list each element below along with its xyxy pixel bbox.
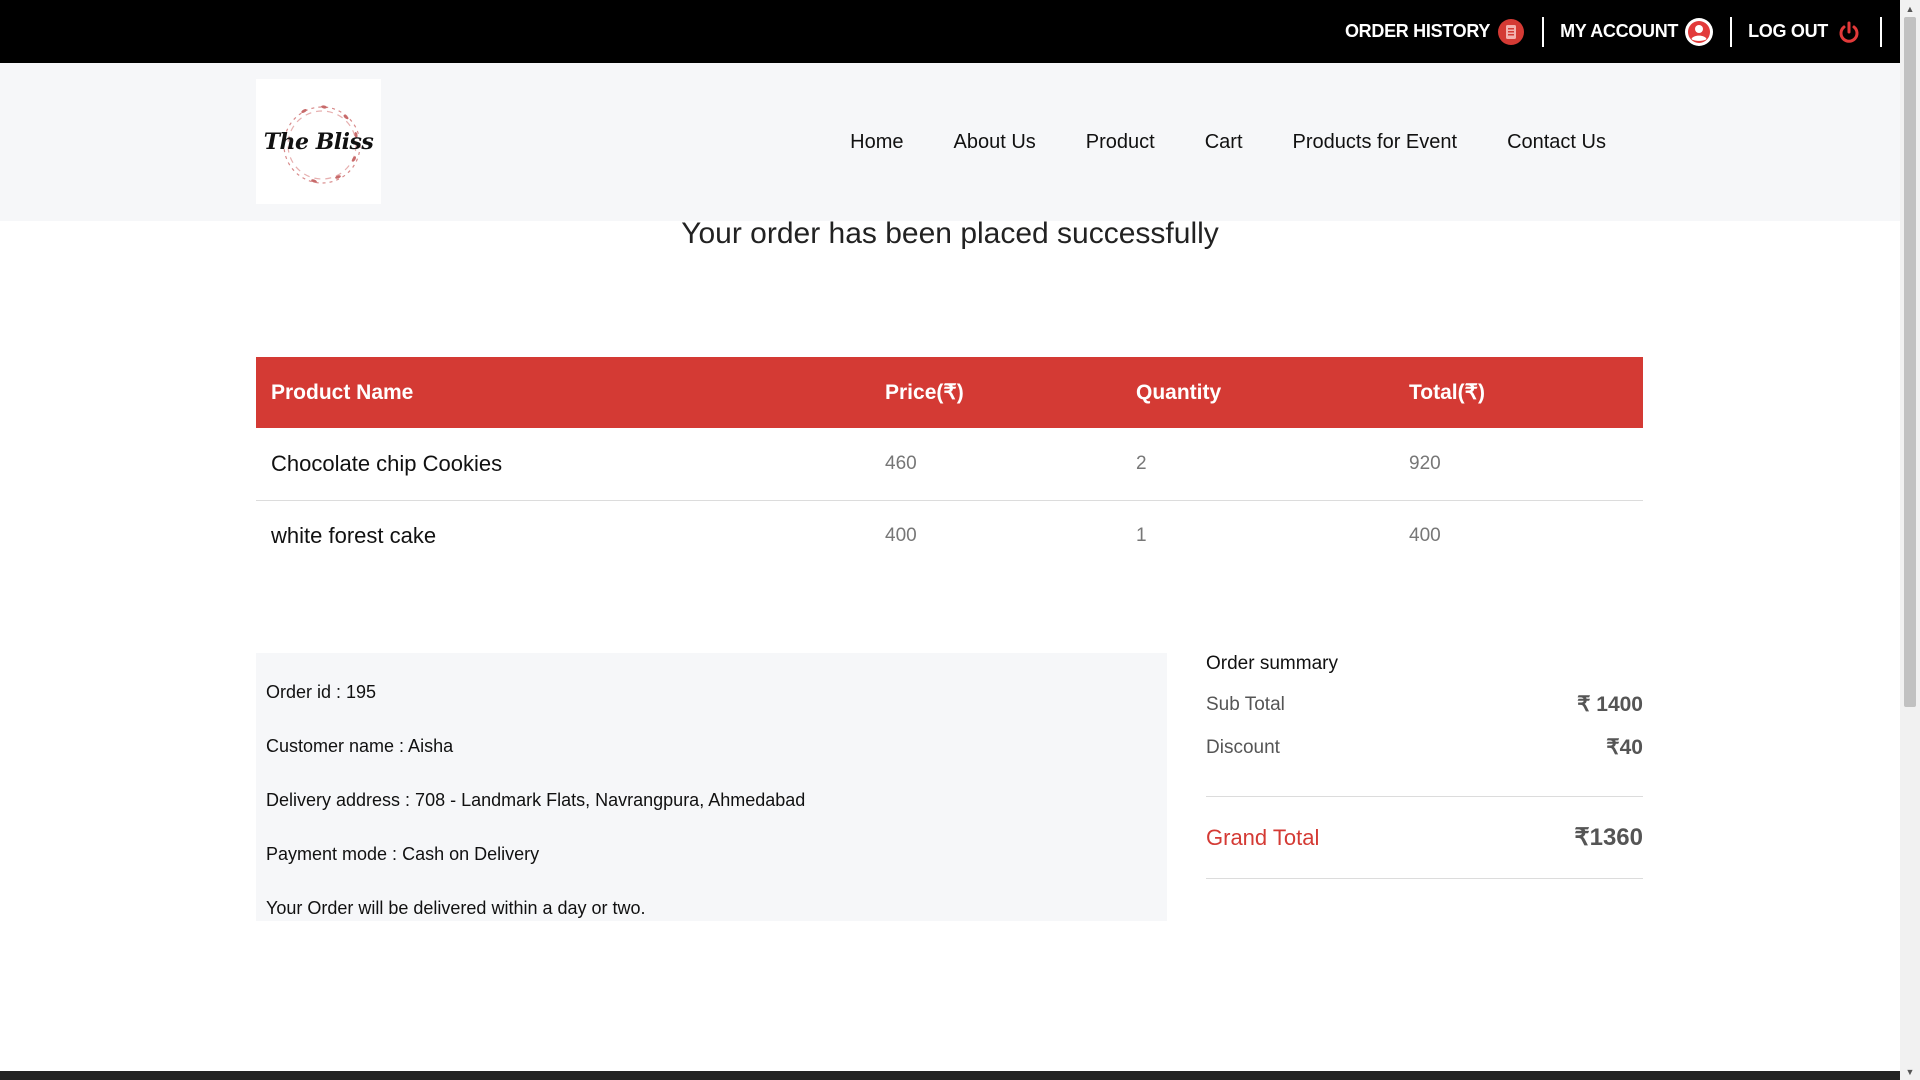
order-history-link[interactable]: ORDER HISTORY	[1329, 17, 1542, 47]
scrollbar-thumb[interactable]	[1904, 17, 1916, 707]
table-row: white forest cake 400 1 400	[256, 500, 1643, 572]
price-cell: 460	[870, 428, 1121, 501]
quantity-cell: 1	[1136, 525, 1147, 547]
discount-row: Discount ₹40	[1206, 726, 1643, 769]
price-cell: 400	[885, 525, 917, 547]
grand-total-value: ₹1360	[1574, 824, 1643, 851]
order-id-text: Order id : 195	[266, 681, 377, 702]
my-account-link[interactable]: MY ACCOUNT	[1544, 17, 1730, 47]
table-header-row: Product Name Price(₹) Quantity Total(₹)	[256, 357, 1643, 428]
site-header: The Bliss Home About Us Product Cart Pro…	[0, 63, 1900, 221]
payment-mode-text: Payment mode : Cash on Delivery	[266, 843, 540, 864]
total-cell: 920	[1394, 428, 1643, 501]
delivery-address-text: Delivery address : 708 - Landmark Flats,…	[266, 789, 806, 810]
discount-value: ₹40	[1606, 736, 1643, 759]
my-account-label: MY ACCOUNT	[1560, 21, 1679, 41]
nav-item-products-for-event[interactable]: Products for Event	[1293, 131, 1458, 154]
user-circle-icon	[1684, 17, 1714, 47]
total-cell: 400	[1409, 525, 1441, 547]
top-bar: ORDER HISTORY MY ACCOUNT LOG OUT	[0, 0, 1900, 63]
col-header-product-name: Product Name	[271, 380, 414, 404]
grand-total-label: Grand Total	[1206, 824, 1320, 850]
top-links: ORDER HISTORY MY ACCOUNT LOG OUT	[1329, 0, 1900, 63]
nav-item-product[interactable]: Product	[1086, 131, 1155, 154]
product-name-cell: white forest cake	[271, 523, 437, 549]
delivery-note-text: Your Order will be delivered within a da…	[266, 897, 646, 918]
nav-item-contact-us[interactable]: Contact Us	[1507, 131, 1606, 154]
col-header-price: Price(₹)	[885, 381, 964, 404]
order-summary-title: Order summary	[1206, 653, 1338, 674]
discount-label: Discount	[1206, 736, 1280, 758]
logo-text: The Bliss	[263, 128, 374, 155]
power-icon	[1834, 17, 1864, 47]
order-success-message: Your order has been placed successfully	[681, 217, 1219, 250]
order-summary: Order summary Sub Total ₹ 1400 Discount …	[1206, 648, 1643, 879]
nav-item-home[interactable]: Home	[850, 131, 903, 154]
clipboard-icon	[1496, 17, 1526, 47]
order-details-panel: Order id : 195 Customer name : Aisha Del…	[256, 653, 1167, 921]
quantity-cell: 2	[1121, 428, 1394, 501]
footer-strip	[0, 1071, 1900, 1080]
table-row: Chocolate chip Cookies 460 2 920	[256, 428, 1643, 501]
col-header-total: Total(₹)	[1409, 381, 1485, 404]
grand-total-row: Grand Total ₹1360	[1206, 797, 1643, 879]
scroll-up-arrow-icon[interactable]: ▲	[1900, 0, 1920, 17]
brand-logo[interactable]: The Bliss	[256, 79, 381, 204]
scroll-down-arrow-icon[interactable]: ▼	[1900, 1063, 1920, 1080]
subtotal-row: Sub Total ₹ 1400	[1206, 683, 1643, 726]
order-items-table: Product Name Price(₹) Quantity Total(₹) …	[256, 357, 1643, 572]
page-scrollbar[interactable]: ▲ ▼	[1900, 0, 1920, 1080]
product-name-cell: Chocolate chip Cookies	[256, 428, 870, 501]
customer-name-text: Customer name : Aisha	[266, 735, 454, 756]
col-header-quantity: Quantity	[1136, 380, 1222, 404]
logout-label: LOG OUT	[1748, 21, 1828, 41]
main-nav: Home About Us Product Cart Products for …	[850, 63, 1606, 221]
logout-link[interactable]: LOG OUT	[1732, 17, 1880, 47]
nav-item-about-us[interactable]: About Us	[954, 131, 1036, 154]
subtotal-label: Sub Total	[1206, 693, 1285, 715]
order-history-label: ORDER HISTORY	[1344, 21, 1491, 41]
top-divider	[1880, 16, 1882, 47]
nav-item-cart[interactable]: Cart	[1205, 131, 1243, 154]
subtotal-value: ₹ 1400	[1577, 693, 1643, 716]
